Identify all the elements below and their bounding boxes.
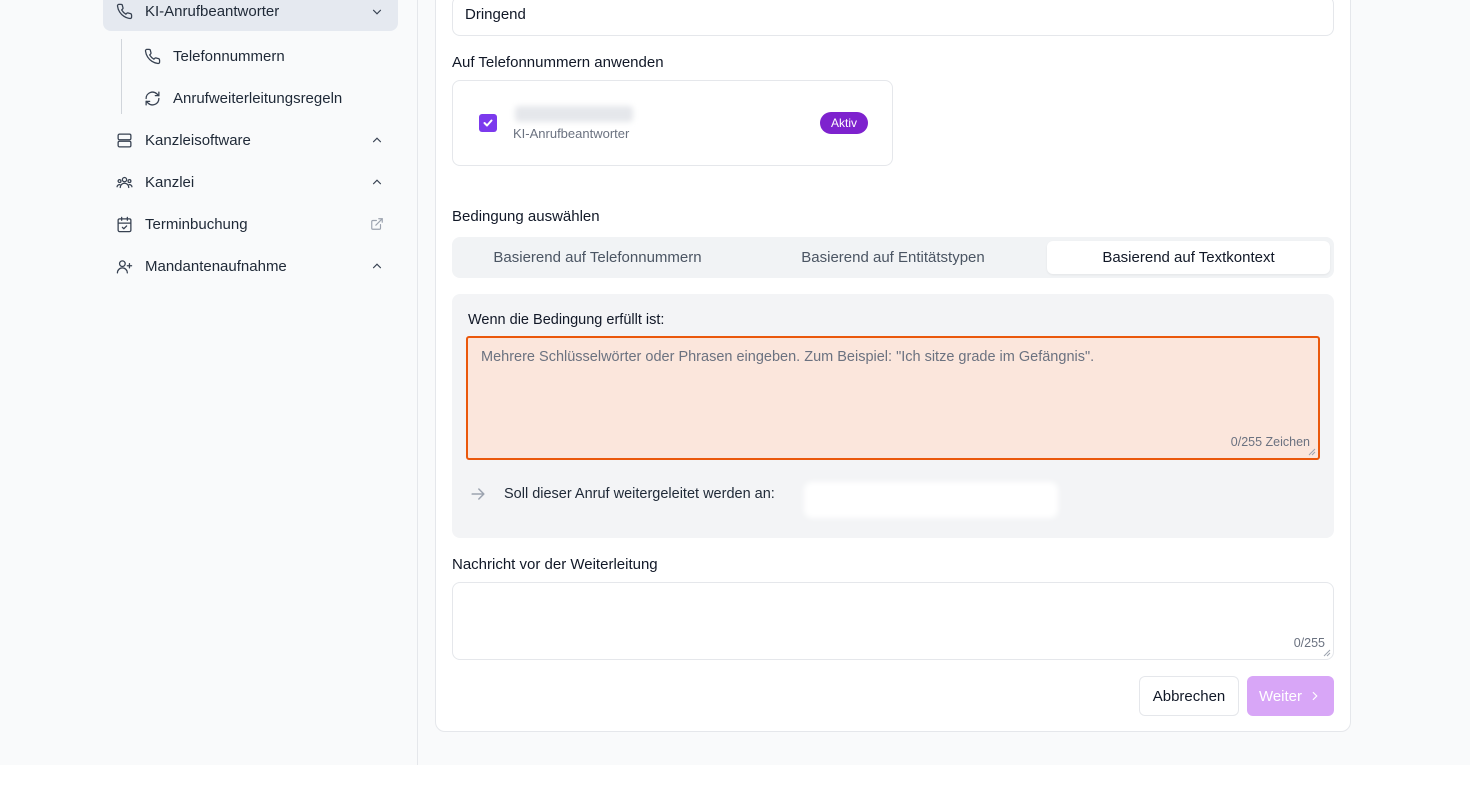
refresh-icon [143,89,161,107]
status-badge: Aktiv [819,112,868,134]
tab-text-context[interactable]: Basierend auf Textkontext [1047,241,1330,274]
forward-target-select[interactable] [804,482,1058,518]
chevron-up-icon [372,179,382,185]
keywords-counter: 0/255 Zeichen [1230,435,1310,449]
sidebar-item-terminbuchung[interactable]: Terminbuchung [115,215,398,233]
message-label: Nachricht vor der Weiterleitung [452,556,658,573]
next-label: Weiter [1258,687,1303,705]
cancel-button[interactable]: Abbrechen [1139,676,1239,716]
app-root: KI-Anrufbeantworter Telefonnummern Anruf… [0,0,1470,765]
phone-number-card[interactable]: KI-Anrufbeantworter Aktiv [452,80,893,166]
condition-met-label: Wenn die Bedingung erfüllt ist: [468,312,665,328]
chevron-up-icon [372,263,382,269]
sidebar-item-anrufweiterleitungsregeln[interactable]: Anrufweiterleitungsregeln [143,89,342,107]
sidebar-item-label: Terminbuchung [145,215,248,233]
condition-label: Bedingung auswählen [452,208,600,225]
sidebar-item-telefonnummern[interactable]: Telefonnummern [143,47,285,65]
message-textarea[interactable]: 0/255 [452,582,1334,660]
forward-label: Soll dieser Anruf weitergeleitet werden … [504,486,775,502]
chevron-down-icon [372,9,382,15]
cancel-label: Abbrechen [1152,687,1226,705]
tab-phone-numbers[interactable]: Basierend auf Telefonnummern [456,241,739,274]
keywords-textarea[interactable]: Mehrere Schlüsselwörter oder Phrasen ein… [466,336,1320,460]
forward-row: Soll dieser Anruf weitergeleitet werden … [468,484,775,504]
priority-select[interactable]: Dringend [452,0,1334,36]
phone-icon [115,3,133,21]
tab-entity-types[interactable]: Basierend auf Entitätstypen [752,241,1034,274]
priority-value: Dringend [465,6,526,23]
sidebar-item-label: Kanzlei [145,173,195,191]
sidebar-item-label: Telefonnummern [173,47,285,65]
users-icon [115,173,133,191]
apply-phone-numbers-label: Auf Telefonnummern anwenden [452,54,664,71]
sidebar-item-label: Anrufweiterleitungsregeln [173,89,343,107]
sidebar-item-kanzlei[interactable]: Kanzlei [115,173,398,191]
next-button[interactable]: Weiter [1247,676,1334,716]
sidebar-item-label: Mandantenaufnahme [145,257,287,275]
chevron-right-icon [1312,691,1318,701]
server-icon [115,131,133,149]
external-link-icon [371,218,383,230]
message-counter: 0/255 [1293,636,1325,650]
submenu-divider [121,39,122,114]
keywords-placeholder: Mehrere Schlüsselwörter oder Phrasen ein… [481,349,1095,365]
resize-handle-icon[interactable] [1323,649,1331,657]
phone-checkbox[interactable] [479,114,497,132]
phone-icon [143,47,161,65]
user-plus-icon [115,257,133,275]
condition-tabs: Basierend auf Telefonnummern Basierend a… [452,237,1334,278]
sidebar-item-kanzleisoftware[interactable]: Kanzleisoftware [115,131,398,149]
resize-handle-icon[interactable] [1308,448,1316,456]
sidebar-item-label: Kanzleisoftware [145,131,251,149]
arrow-right-icon [471,488,485,500]
sidebar-item-label: KI-Anrufbeantworter [145,3,280,20]
calendar-check-icon [115,215,133,233]
phone-type: KI-Anrufbeantworter [513,126,630,141]
chevron-up-icon [372,137,382,143]
check-icon [483,119,493,127]
phone-number-redacted [515,106,633,122]
sidebar-item-mandantenaufnahme[interactable]: Mandantenaufnahme [115,257,398,275]
condition-panel: Wenn die Bedingung erfüllt ist: Mehrere … [452,294,1334,538]
sidebar: KI-Anrufbeantworter Telefonnummern Anruf… [0,0,418,765]
sidebar-item-ki-anrufbeantworter[interactable]: KI-Anrufbeantworter [103,0,398,31]
